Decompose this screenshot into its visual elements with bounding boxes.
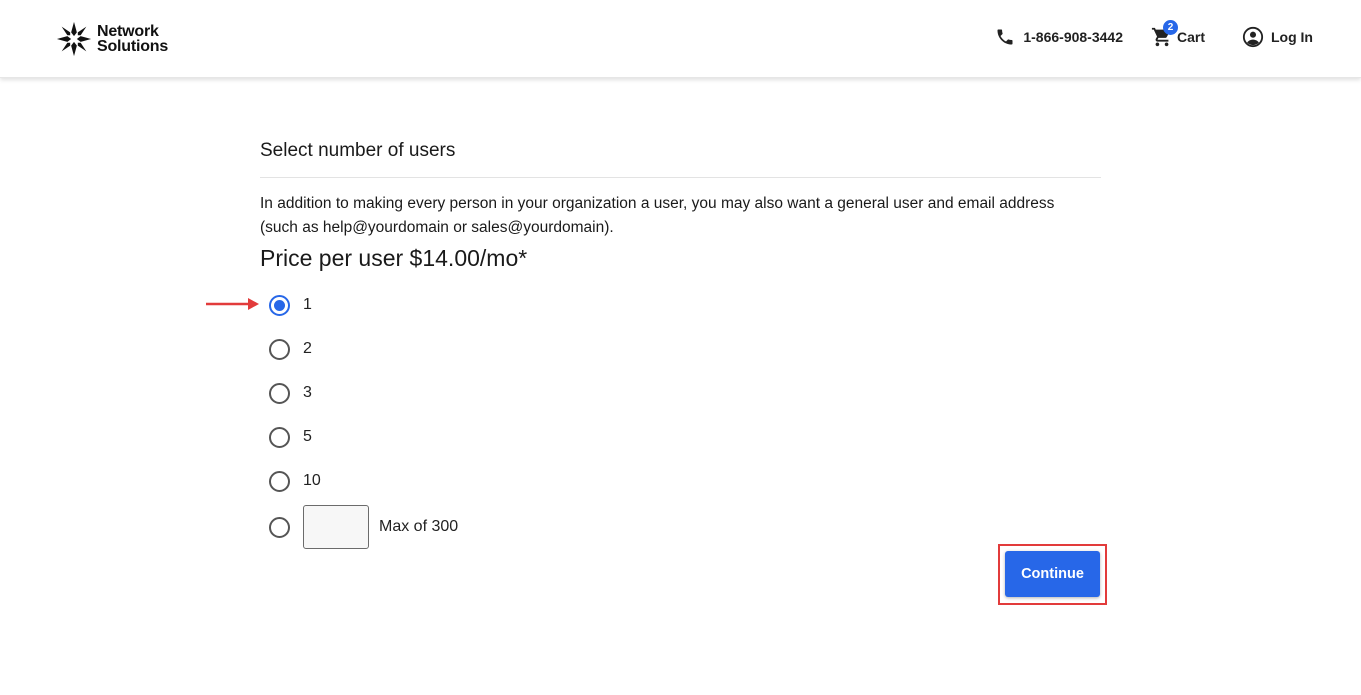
phone-icon <box>997 29 1013 45</box>
option-label: 1 <box>303 296 312 313</box>
option-label: 5 <box>303 428 312 445</box>
logo-wordmark: Network Solutions <box>97 23 169 55</box>
radio-button[interactable] <box>269 516 290 538</box>
radio-button-selected[interactable] <box>269 294 290 316</box>
user-count-option-1[interactable]: 1 <box>269 294 312 316</box>
network-solutions-logo-icon <box>56 21 92 57</box>
logo-text-line1: Network <box>97 23 159 40</box>
page-title: Select number of users <box>260 140 456 161</box>
login-link[interactable]: Log In <box>1242 26 1313 48</box>
continue-button[interactable]: Continue <box>1005 551 1100 597</box>
radio-button[interactable] <box>269 382 290 404</box>
cart-label: Cart <box>1176 29 1205 45</box>
login-label: Log In <box>1271 29 1313 45</box>
price-per-user: Price per user $14.00/mo* <box>260 245 528 271</box>
phone-link[interactable]: 1-866-908-3442 <box>995 27 1123 47</box>
user-count-option-custom[interactable]: Max of 300 <box>269 505 459 549</box>
radio-button[interactable] <box>269 470 290 492</box>
logo-text-line2: Solutions <box>97 38 169 55</box>
user-count-option-10[interactable]: 10 <box>269 470 321 492</box>
user-count-option-3[interactable]: 3 <box>269 382 312 404</box>
radio-button[interactable] <box>269 338 290 360</box>
header-actions: 1-866-908-3442 2 Cart Log In <box>995 20 1313 50</box>
custom-user-count-input[interactable] <box>303 505 369 549</box>
arrow-annotation-icon <box>206 298 259 310</box>
option-label: 3 <box>303 384 312 401</box>
user-account-icon <box>1242 26 1264 48</box>
radio-button[interactable] <box>269 426 290 448</box>
option-label: 2 <box>303 340 312 357</box>
option-label: 10 <box>303 472 321 489</box>
network-solutions-logo[interactable]: Network Solutions <box>55 20 168 58</box>
max-users-label: Max of 300 <box>379 518 459 535</box>
cart-link[interactable]: 2 Cart <box>1151 20 1205 48</box>
title-divider <box>260 177 1101 178</box>
cart-count-badge: 2 <box>1162 20 1178 35</box>
users-description: In addition to making every person in yo… <box>260 195 1055 236</box>
phone-number: 1-866-908-3442 <box>1023 29 1123 45</box>
user-count-option-5[interactable]: 5 <box>269 426 312 448</box>
user-count-option-2[interactable]: 2 <box>269 338 312 360</box>
site-header: Network Solutions 1-866-908-3442 2 Cart … <box>0 0 1361 78</box>
